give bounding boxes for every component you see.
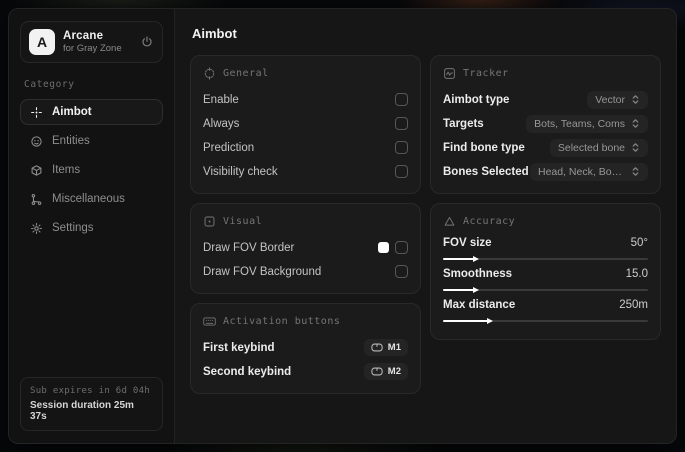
draw-fov-background-checkbox[interactable] (395, 265, 408, 278)
setting-row: Visibility check (203, 161, 408, 182)
subscription-expiry: Sub expires in 6d 04h (30, 386, 151, 396)
chevron-up-down-icon (632, 167, 639, 176)
crosshair-icon (203, 67, 216, 80)
triangle-icon (443, 215, 456, 228)
chevron-up-down-icon (632, 95, 639, 104)
page-title: Aimbot (192, 26, 237, 41)
keyboard-icon (203, 315, 216, 328)
brand-title: Arcane (63, 30, 104, 42)
sidebar-item-label: Items (52, 164, 81, 176)
sidebar-item-miscellaneous[interactable]: Miscellaneous (20, 186, 163, 212)
smoothness-slider[interactable] (443, 289, 648, 291)
max-distance-slider[interactable] (443, 320, 648, 322)
setting-row: Draw FOV Background (203, 261, 408, 282)
sidebar-item-aimbot[interactable]: Aimbot (20, 99, 163, 125)
mouse-icon (371, 343, 383, 352)
setting-row: Smoothness 15.0 (443, 268, 648, 291)
sidebar: A Arcane for Gray Zone Category Aimbot E… (9, 9, 175, 443)
visual-card: Visual Draw FOV Border Draw FOV Backgrou… (190, 203, 421, 294)
entity-icon (30, 135, 43, 148)
sidebar-item-label: Miscellaneous (52, 193, 125, 205)
draw-fov-border-checkbox[interactable] (395, 241, 408, 254)
enable-checkbox[interactable] (395, 93, 408, 106)
setting-row: Draw FOV Border (203, 237, 408, 258)
accuracy-card: Accuracy FOV size 50° Smoothness 15.0 Ma… (430, 203, 661, 340)
sidebar-item-label: Entities (52, 135, 90, 147)
sidebar-item-items[interactable]: Items (20, 157, 163, 183)
frame-icon (203, 215, 216, 228)
always-checkbox[interactable] (395, 117, 408, 130)
crosshair-icon (30, 106, 43, 119)
card-title: Visual (223, 216, 263, 227)
setting-row: Always (203, 113, 408, 134)
session-duration: Session duration 25m 37s (30, 400, 134, 422)
sidebar-item-label: Aimbot (52, 106, 92, 118)
gear-icon (30, 222, 43, 235)
targets-select[interactable]: Bots, Teams, Coms (526, 114, 648, 133)
activation-card: Activation buttons First keybind M1 Seco… (190, 303, 421, 394)
setting-row: First keybind M1 (203, 337, 408, 358)
setting-row: Max distance 250m (443, 299, 648, 322)
box-icon (30, 164, 43, 177)
chevron-up-down-icon (632, 143, 639, 152)
bones-selected-select[interactable]: Head, Neck, Body, Pe.. (530, 162, 648, 181)
chevron-up-down-icon (632, 119, 639, 128)
setting-row: Targets Bots, Teams, Coms (443, 113, 648, 134)
fov-size-value: 50° (630, 237, 648, 249)
category-label: Category (24, 79, 75, 90)
max-distance-value: 250m (619, 299, 648, 311)
sidebar-item-settings[interactable]: Settings (20, 215, 163, 241)
card-title: Tracker (463, 68, 509, 79)
mouse-icon (371, 367, 383, 376)
main-panel: Aimbot General Enable Always Prediction … (175, 9, 676, 443)
setting-row: Prediction (203, 137, 408, 158)
app-logo: A (29, 29, 55, 55)
card-title: Activation buttons (223, 316, 341, 327)
branch-icon (30, 193, 43, 206)
card-title: Accuracy (463, 216, 516, 227)
tracker-card: Tracker Aimbot type Vector Targets Bots,… (430, 55, 661, 194)
power-icon[interactable] (140, 35, 154, 49)
activity-icon (443, 67, 456, 80)
setting-row: Second keybind M2 (203, 361, 408, 382)
fov-size-slider[interactable] (443, 258, 648, 260)
find-bone-type-select[interactable]: Selected bone (549, 138, 648, 157)
setting-row: Enable (203, 89, 408, 110)
first-keybind-button[interactable]: M1 (363, 339, 408, 356)
smoothness-value: 15.0 (625, 268, 648, 280)
fov-border-color-swatch[interactable] (378, 242, 389, 253)
second-keybind-button[interactable]: M2 (363, 363, 408, 380)
brand-subtitle: for Gray Zone (63, 43, 122, 54)
setting-row: Aimbot type Vector (443, 89, 648, 110)
setting-row: FOV size 50° (443, 237, 648, 260)
session-card: Sub expires in 6d 04h Session duration 2… (20, 377, 163, 431)
sidebar-item-label: Settings (52, 222, 94, 234)
card-title: General (223, 68, 269, 79)
setting-row: Bones Selected Head, Neck, Body, Pe.. (443, 161, 648, 182)
brand-card: A Arcane for Gray Zone (20, 21, 163, 63)
aimbot-type-select[interactable]: Vector (587, 90, 648, 109)
setting-row: Find bone type Selected bone (443, 137, 648, 158)
app-window: A Arcane for Gray Zone Category Aimbot E… (8, 8, 677, 444)
general-card: General Enable Always Prediction Visibil… (190, 55, 421, 194)
sidebar-item-entities[interactable]: Entities (20, 128, 163, 154)
prediction-checkbox[interactable] (395, 141, 408, 154)
visibility-check-checkbox[interactable] (395, 165, 408, 178)
